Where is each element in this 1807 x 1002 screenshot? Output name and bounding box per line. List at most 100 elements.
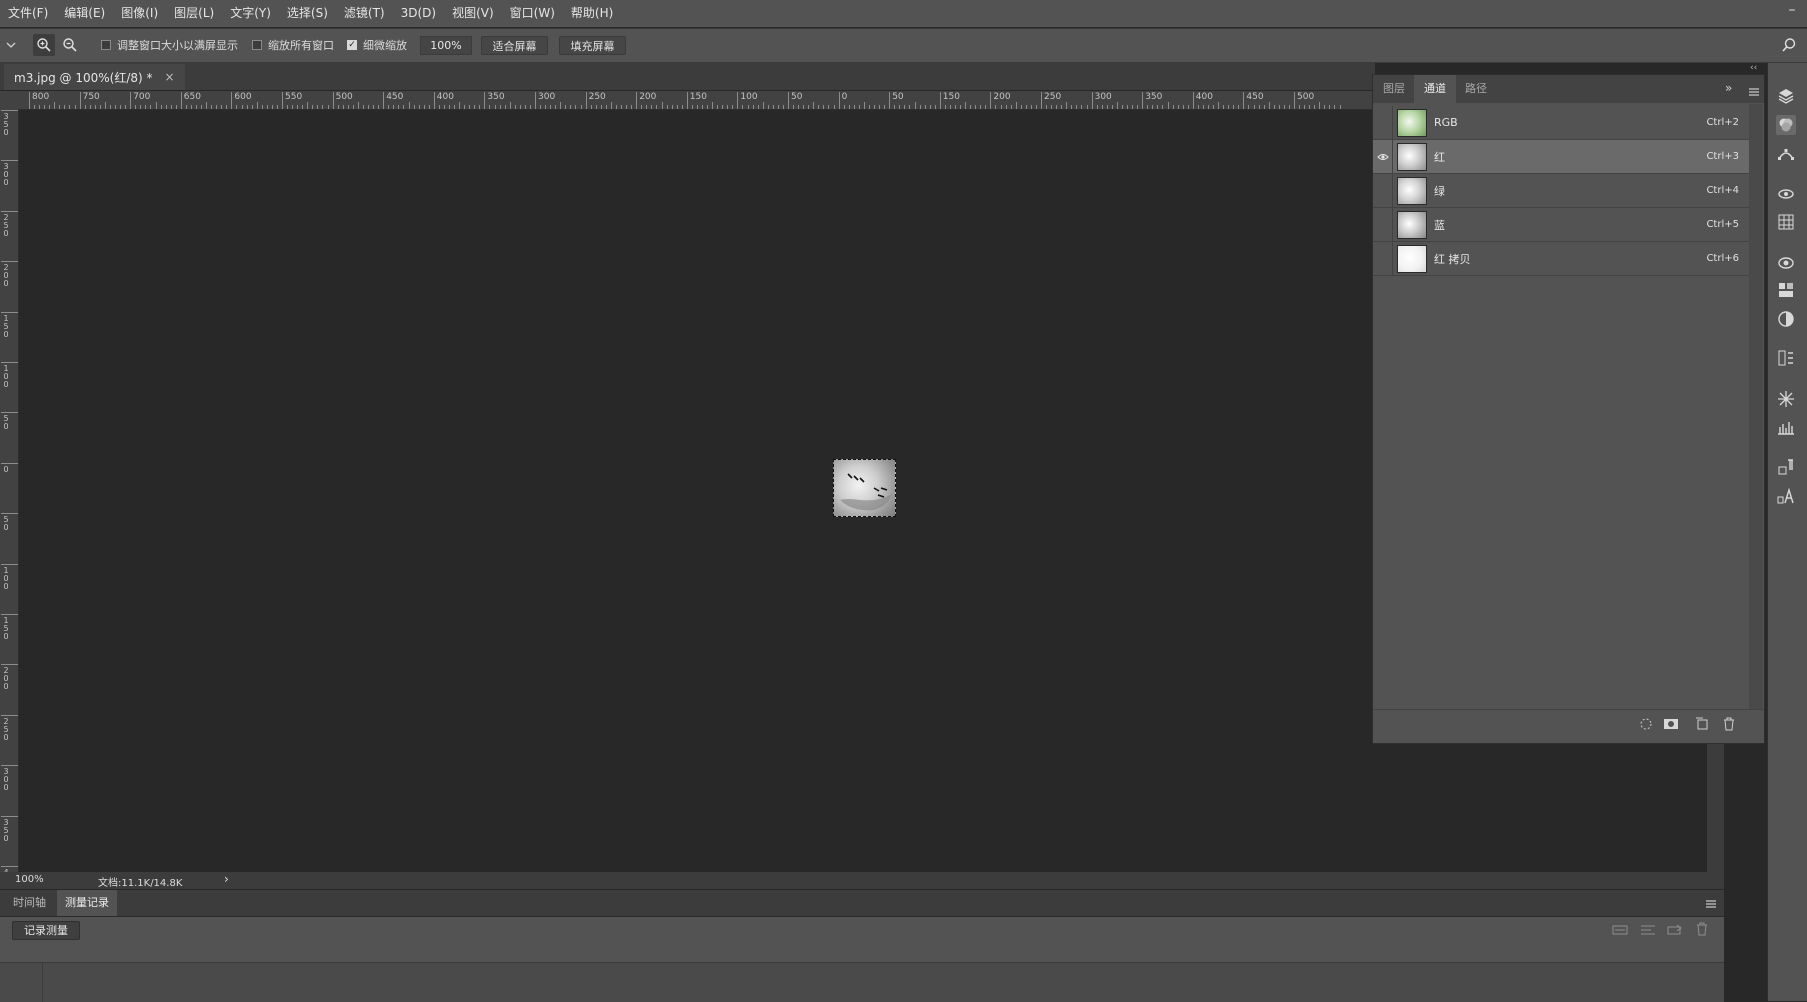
canvas-vertical-scrollbar[interactable]	[1707, 744, 1724, 872]
ruler-minor-tick	[580, 105, 582, 109]
image-with-selection[interactable]	[833, 459, 896, 517]
fit-screen-button[interactable]: 适合屏幕	[481, 36, 548, 55]
vertical-ruler[interactable]: 350 300 250 200 150 100 50 0 50 100 150 200 250 300 35…	[0, 109, 19, 872]
tab-paths[interactable]: 路径	[1455, 75, 1497, 103]
ruler-minor-tick	[443, 105, 445, 109]
fill-screen-button[interactable]: 填充屏幕	[559, 36, 626, 55]
channel-row-red-copy[interactable]: 红 拷贝 Ctrl+6	[1373, 241, 1749, 276]
ruler-minor-tick	[378, 105, 380, 109]
character-icon[interactable]	[1776, 486, 1796, 506]
menu-select[interactable]: 选择(S)	[279, 0, 336, 27]
channel-row-blue[interactable]: 蓝 Ctrl+5	[1373, 207, 1749, 242]
channels-icon[interactable]	[1776, 115, 1796, 135]
channels-scrollbar[interactable]	[1749, 104, 1763, 709]
deselect-measurements-icon[interactable]	[1640, 922, 1656, 941]
tab-measurement-log[interactable]: 测量记录	[57, 890, 117, 916]
measurement-table[interactable]	[0, 962, 1724, 1002]
resize-windows-checkbox[interactable]	[101, 39, 111, 50]
properties-grid-icon[interactable]	[1776, 212, 1796, 232]
close-icon[interactable]: ×	[165, 70, 175, 84]
channel-shortcut: Ctrl+4	[1706, 185, 1739, 196]
menu-view[interactable]: 视图(V)	[444, 0, 502, 27]
channel-row-green[interactable]: 绿 Ctrl+4	[1373, 173, 1749, 208]
zoom-all-windows-option[interactable]: 缩放所有窗口	[252, 28, 334, 61]
channel-row-red[interactable]: 红 Ctrl+3	[1373, 139, 1749, 174]
menu-edit[interactable]: 编辑(E)	[56, 0, 113, 27]
visibility-toggle[interactable]	[1373, 105, 1393, 140]
record-measurements-button[interactable]: 记录测量	[12, 921, 80, 940]
menu-type[interactable]: 文字(Y)	[222, 0, 279, 27]
ruler-minor-tick	[509, 102, 511, 109]
scrubby-zoom-checkbox[interactable]: ✓	[347, 39, 357, 50]
ruler-minor-tick	[373, 105, 375, 109]
menu-layer[interactable]: 图层(L)	[166, 0, 222, 27]
menu-window[interactable]: 窗口(W)	[502, 0, 563, 27]
window-minimize-button[interactable]: –	[1783, 2, 1801, 22]
panel-menu-icon[interactable]	[1705, 895, 1717, 914]
ruler-label: 100	[740, 92, 758, 102]
menu-file[interactable]: 文件(F)	[0, 0, 56, 27]
horizontal-ruler[interactable]: 800 750 700 650 600 550 500 450 400 350 300 250 200 1…	[18, 91, 1375, 110]
panel-menu-icon[interactable]	[1748, 83, 1760, 102]
menu-help[interactable]: 帮助(H)	[563, 0, 621, 27]
menu-filter[interactable]: 滤镜(T)	[336, 0, 393, 27]
new-channel-icon[interactable]	[1695, 716, 1709, 735]
ruler-minor-tick	[292, 105, 294, 109]
brush-settings-icon[interactable]	[1776, 389, 1796, 409]
ruler-major-tick	[737, 92, 739, 109]
visibility-toggle[interactable]	[1373, 207, 1393, 242]
tab-timeline[interactable]: 时间轴	[5, 890, 54, 916]
paths-icon[interactable]	[1776, 144, 1796, 164]
delete-measurements-icon[interactable]	[1696, 921, 1708, 940]
channel-row-rgb[interactable]: RGB Ctrl+2	[1373, 105, 1749, 140]
delete-channel-icon[interactable]	[1723, 716, 1735, 735]
scrubby-zoom-option[interactable]: ✓ 细微缩放	[347, 28, 407, 61]
tool-preset-chevron-down-icon[interactable]	[2, 34, 20, 56]
histogram-icon[interactable]	[1776, 417, 1796, 437]
visibility-toggle[interactable]	[1373, 241, 1393, 276]
ruler-minor-tick	[960, 105, 962, 109]
document-tab[interactable]: m3.jpg @ 100%(红/8) * ×	[4, 64, 185, 90]
ruler-minor-tick	[1182, 105, 1184, 109]
dock-collapse-icon[interactable]: ‹‹	[1750, 63, 1766, 74]
status-arrow-icon[interactable]: ›	[224, 872, 229, 886]
ruler-major-tick	[1, 664, 18, 666]
menu-image[interactable]: 图像(I)	[113, 0, 166, 27]
zoom-all-windows-checkbox[interactable]	[252, 39, 262, 50]
zoom-in-icon[interactable]	[33, 34, 55, 56]
select-all-measurements-icon[interactable]	[1612, 922, 1628, 941]
status-zoom[interactable]: 100%	[15, 874, 44, 885]
ruler-minor-tick	[944, 105, 946, 109]
ruler-major-tick	[1, 261, 18, 263]
adjustments-icon[interactable]	[1776, 309, 1796, 329]
panel-collapse-icon[interactable]: »	[1725, 81, 1732, 95]
3d-icon[interactable]	[1776, 184, 1796, 204]
history-icon[interactable]	[1776, 348, 1796, 368]
ruler-label: 250	[3, 716, 9, 742]
ruler-minor-tick	[211, 105, 213, 109]
zoom-out-icon[interactable]	[59, 34, 81, 56]
paragraph-icon[interactable]	[1776, 457, 1796, 477]
export-measurements-icon[interactable]	[1667, 922, 1683, 941]
save-selection-as-channel-icon[interactable]	[1663, 716, 1679, 735]
ruler-minor-tick	[929, 105, 931, 109]
ruler-minor-tick	[423, 105, 425, 109]
menu-3d[interactable]: 3D(D)	[393, 0, 444, 27]
ruler-minor-tick	[701, 105, 703, 109]
ruler-minor-tick	[909, 105, 911, 109]
ruler-origin[interactable]	[0, 91, 18, 109]
ruler-minor-tick	[94, 105, 96, 109]
tab-channels[interactable]: 通道	[1414, 75, 1456, 103]
zoom-value-field[interactable]: 100%	[420, 36, 472, 55]
tab-layers[interactable]: 图层	[1373, 75, 1415, 103]
libraries-icon[interactable]	[1776, 252, 1796, 272]
layers-icon[interactable]	[1776, 86, 1796, 106]
load-channel-as-selection-icon[interactable]	[1639, 716, 1653, 735]
eye-icon[interactable]	[1373, 139, 1393, 174]
visibility-toggle[interactable]	[1373, 173, 1393, 208]
swatches-icon[interactable]	[1776, 280, 1796, 300]
ruler-minor-tick	[165, 105, 167, 109]
resize-windows-option[interactable]: 调整窗口大小以满屏显示	[101, 28, 238, 61]
ruler-major-tick	[433, 92, 435, 109]
search-icon[interactable]	[1778, 34, 1800, 56]
